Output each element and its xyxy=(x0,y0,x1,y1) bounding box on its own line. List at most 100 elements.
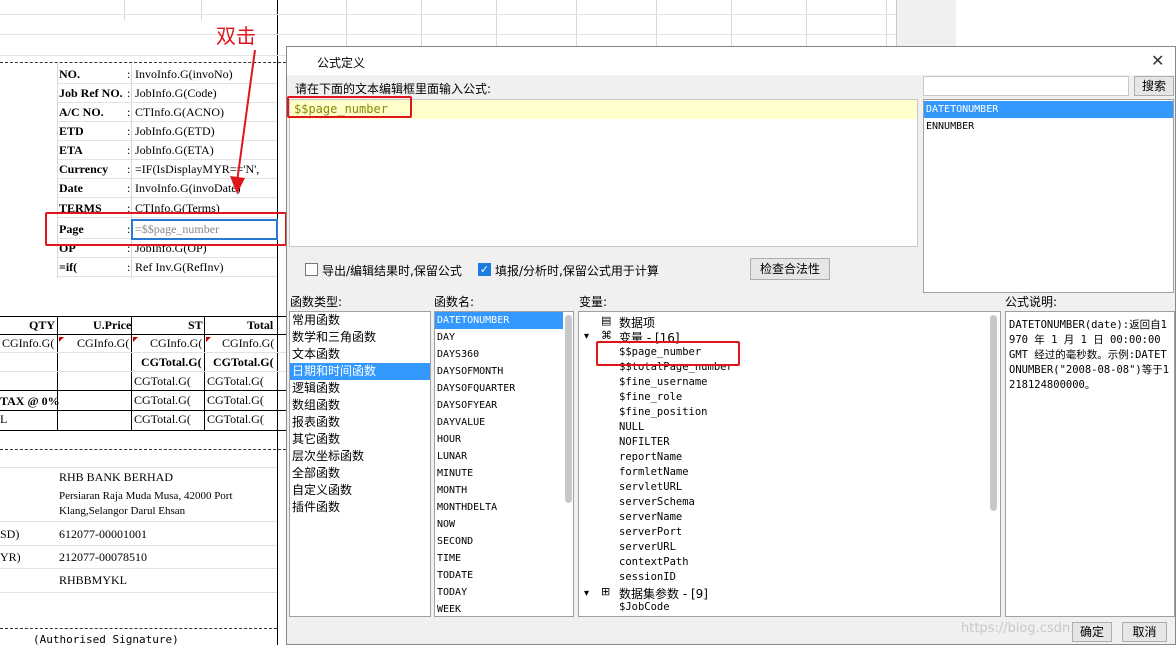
search-result-item[interactable]: DATETONUMBER xyxy=(924,101,1173,118)
grid-line xyxy=(576,0,577,46)
func-name-item[interactable]: DAYVALUE xyxy=(435,414,563,431)
check-validity-button[interactable]: 检查合法性 xyxy=(750,258,830,280)
func-name-item[interactable]: LUNAR xyxy=(435,448,563,465)
field-value[interactable]: Ref Inv.G(RefInv) xyxy=(135,260,277,275)
table-header-st: ST xyxy=(188,318,203,332)
table-cell[interactable]: CGInfo.G( xyxy=(222,336,277,351)
variable-group[interactable]: 数据集参数 - [9] xyxy=(619,585,708,602)
fill-checkbox[interactable]: ✓ xyxy=(478,263,491,276)
search-results-list: DATETONUMBER ENNUMBER xyxy=(923,99,1174,293)
func-type-item[interactable]: 数组函数 xyxy=(290,397,430,414)
func-type-item[interactable]: 其它函数 xyxy=(290,431,430,448)
variable-scrollbar[interactable] xyxy=(990,315,997,511)
cgtotal-cell[interactable]: CGTotal.G( xyxy=(207,393,277,408)
grid-line xyxy=(731,0,732,46)
variable-item[interactable]: NULL xyxy=(619,421,644,433)
export-checkbox[interactable] xyxy=(305,263,318,276)
func-name-item[interactable]: NOW xyxy=(435,516,563,533)
variable-highlight xyxy=(596,341,740,366)
variable-item[interactable]: sessionID xyxy=(619,571,676,583)
func-name-item[interactable]: DATETONUMBER xyxy=(435,312,563,329)
variable-item[interactable]: NOFILTER xyxy=(619,436,670,448)
table-border xyxy=(131,316,132,430)
table-border xyxy=(204,316,205,430)
annotation-arrow xyxy=(230,49,256,194)
cgtotal-cell[interactable]: CGTotal.G( xyxy=(207,412,277,427)
variable-item[interactable]: $JobCode xyxy=(619,601,670,613)
func-name-label: 函数名: xyxy=(434,295,475,309)
func-name-item[interactable]: DAYSOFMONTH xyxy=(435,363,563,380)
func-type-item[interactable]: 数学和三角函数 xyxy=(290,329,430,346)
cgtotal-cell[interactable]: CGTotal.G( xyxy=(207,374,277,389)
variable-item[interactable]: $fine_username xyxy=(619,376,708,388)
grid-line xyxy=(0,467,277,468)
func-name-item[interactable]: DAYSOFQUARTER xyxy=(435,380,563,397)
func-type-item[interactable]: 全部函数 xyxy=(290,465,430,482)
func-name-item[interactable]: TODATE xyxy=(435,567,563,584)
func-type-item[interactable]: 逻辑函数 xyxy=(290,380,430,397)
func-name-item[interactable]: DAYS360 xyxy=(435,346,563,363)
func-type-item[interactable]: 自定义函数 xyxy=(290,482,430,499)
table-cell[interactable]: CGInfo.G( xyxy=(2,336,57,351)
func-name-item[interactable]: WEEK xyxy=(435,601,563,616)
report-sheet: NO.: InvoInfo.G(invoNo) Job Ref NO.: JobInf… xyxy=(0,0,286,645)
func-name-item[interactable]: HOUR xyxy=(435,431,563,448)
table-cell[interactable]: CGInfo.G( xyxy=(150,336,203,351)
cgtotal-cell[interactable]: CGTotal.G( xyxy=(134,374,202,389)
search-button[interactable]: 搜索 xyxy=(1134,76,1174,96)
func-name-item[interactable]: TIME xyxy=(435,550,563,567)
search-result-item[interactable]: ENNUMBER xyxy=(924,118,1173,135)
table-header-uprice: U.Price xyxy=(93,318,132,332)
tax-label: TAX @ 0% xyxy=(0,394,60,408)
func-type-label: 函数类型: xyxy=(290,295,343,309)
search-input[interactable] xyxy=(923,76,1129,96)
close-icon[interactable]: ✕ xyxy=(1151,51,1164,70)
cgtotal-cell[interactable]: CGTotal.G( xyxy=(213,355,277,370)
func-type-item[interactable]: 报表函数 xyxy=(290,414,430,431)
cell-marker xyxy=(206,337,211,342)
cancel-button[interactable]: 取消 xyxy=(1122,622,1167,642)
grid-line xyxy=(421,0,422,46)
table-cell[interactable]: CGInfo.G( xyxy=(77,336,130,351)
bank-address: Persiaran Raja Muda Musa, 42000 Port xyxy=(59,490,233,502)
description-text: DATETONUMBER(date):返回自1970 年 1 月 1 日 00:… xyxy=(1009,319,1170,391)
variable-item[interactable]: serverPort xyxy=(619,526,682,538)
variable-item[interactable]: $fine_role xyxy=(619,391,682,403)
func-name-item[interactable]: MONTHDELTA xyxy=(435,499,563,516)
func-name-item[interactable]: TODAY xyxy=(435,584,563,601)
func-name-item[interactable]: SECOND xyxy=(435,533,563,550)
grid-line xyxy=(0,545,277,546)
variable-item[interactable]: reportName xyxy=(619,451,682,463)
variable-item[interactable]: formletName xyxy=(619,466,689,478)
func-name-item[interactable]: MINUTE xyxy=(435,465,563,482)
func-type-item[interactable]: 常用函数 xyxy=(290,312,430,329)
cgtotal-cell[interactable]: CGTotal.G( xyxy=(141,355,203,370)
table-border xyxy=(0,410,286,411)
grid-line xyxy=(286,14,896,15)
func-type-item[interactable]: 日期和时间函数 xyxy=(290,363,430,380)
table-border xyxy=(0,334,286,335)
variable-item[interactable]: servletURL xyxy=(619,481,682,493)
variable-item[interactable]: contextPath xyxy=(619,556,689,568)
variable-item[interactable]: serverURL xyxy=(619,541,676,553)
variable-label: 变量: xyxy=(579,295,608,309)
func-name-item[interactable]: DAY xyxy=(435,329,563,346)
func-name-item[interactable]: MONTH xyxy=(435,482,563,499)
formula-editor[interactable]: $$page_number xyxy=(289,99,918,247)
func-name-list: DATETONUMBER DAY DAYS360 DAYSOFMONTH DAYSOFQ… xyxy=(434,311,574,617)
variable-item[interactable]: $fine_position xyxy=(619,406,708,418)
cgtotal-cell[interactable]: CGTotal.G( xyxy=(134,412,202,427)
expand-icon[interactable]: ▾ xyxy=(584,588,589,599)
account-label: SD) xyxy=(0,527,20,541)
func-name-scrollbar[interactable] xyxy=(565,315,572,503)
variable-item[interactable]: serverSchema xyxy=(619,496,695,508)
func-type-item[interactable]: 层次坐标函数 xyxy=(290,448,430,465)
cgtotal-cell[interactable]: CGTotal.G( xyxy=(134,393,202,408)
dialog-title: 公式定义 xyxy=(287,47,1175,75)
func-type-item[interactable]: 文本函数 xyxy=(290,346,430,363)
expand-icon[interactable]: ▾ xyxy=(584,331,589,342)
func-name-item[interactable]: DAYSOFYEAR xyxy=(435,397,563,414)
variable-item[interactable]: serverName xyxy=(619,511,682,523)
func-type-item[interactable]: 插件函数 xyxy=(290,499,430,516)
ok-button[interactable]: 确定 xyxy=(1072,622,1112,642)
